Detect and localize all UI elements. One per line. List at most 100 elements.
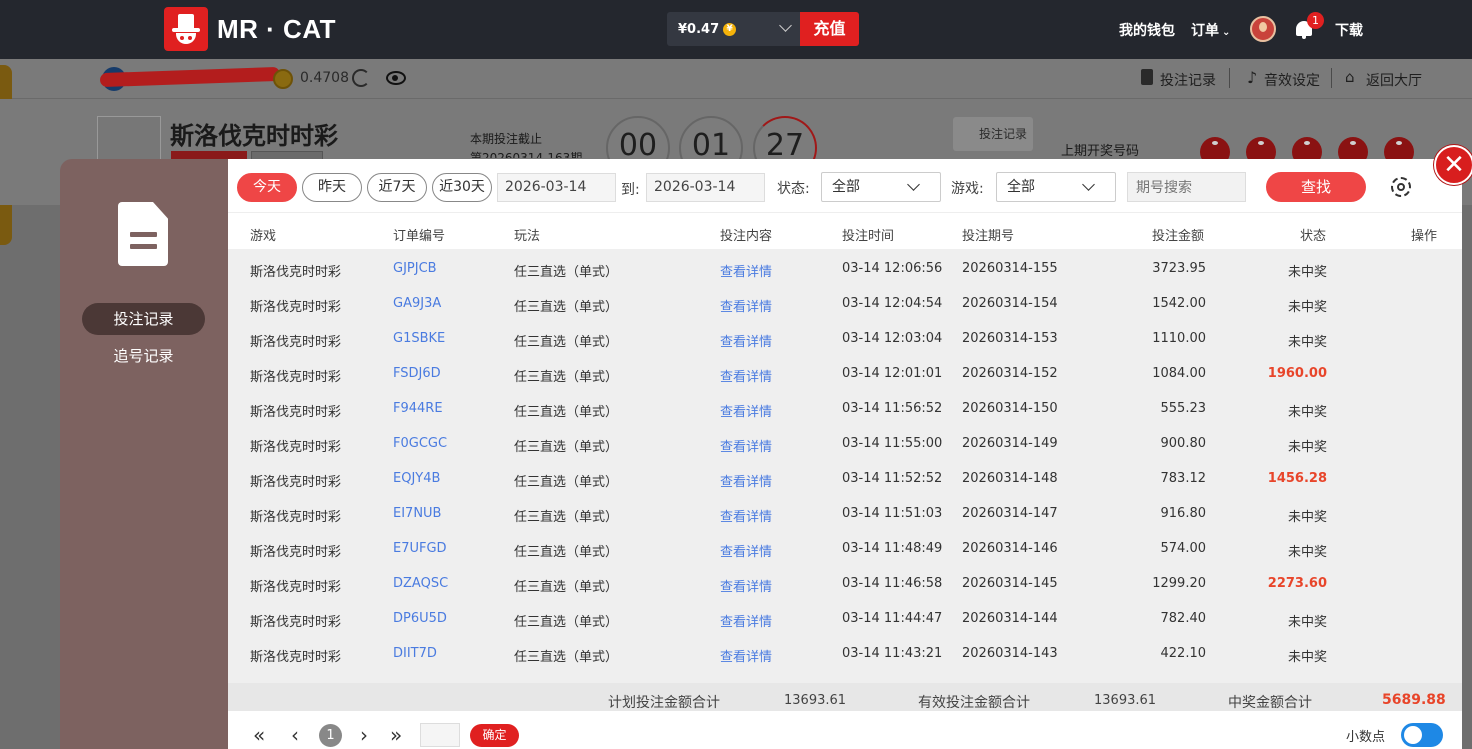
order-id-link[interactable]: F0GCGC xyxy=(393,436,447,451)
cell-game: 斯洛伐克时时彩 xyxy=(250,370,342,385)
lobby-link[interactable]: 返回大厅 xyxy=(1366,70,1422,90)
page-jump-confirm-button[interactable]: 确定 xyxy=(470,724,519,747)
sidebar-item-chase-records[interactable]: 追号记录 xyxy=(82,340,205,372)
cell-period: 20260314-149 xyxy=(962,436,1058,451)
valid-total-value: 13693.61 xyxy=(1094,693,1157,708)
decimal-label: 小数点 xyxy=(1346,730,1386,745)
chevron-down-icon xyxy=(1082,178,1095,191)
search-button[interactable]: 查找 xyxy=(1266,172,1366,202)
order-id-link[interactable]: E7UFGD xyxy=(393,541,447,556)
game-select[interactable]: 全部 xyxy=(996,172,1116,202)
cell-period: 20260314-150 xyxy=(962,401,1058,416)
range-today-button[interactable]: 今天 xyxy=(237,173,297,202)
cell-status: 未中奖 xyxy=(1287,265,1327,280)
last-draw-label: 上期开奖号码 xyxy=(1061,144,1140,159)
cell-play: 任三直选（单式） xyxy=(514,405,619,420)
wallet-link[interactable]: 我的钱包 xyxy=(1119,20,1175,40)
close-icon[interactable]: ✕ xyxy=(1434,145,1472,185)
column-header: 玩法 xyxy=(514,229,541,244)
order-id-link[interactable]: F944RE xyxy=(393,401,443,416)
brand-name[interactable]: MR · CAT xyxy=(217,14,336,45)
order-id-link[interactable]: G1SBKE xyxy=(393,331,445,346)
order-id-link[interactable]: FSDJ6D xyxy=(393,366,441,381)
view-details-link[interactable]: 查看详情 xyxy=(720,401,772,420)
order-id-link[interactable]: EI7NUB xyxy=(393,506,441,521)
document-icon xyxy=(1141,69,1153,85)
view-details-link[interactable]: 查看详情 xyxy=(720,646,772,665)
view-details-link[interactable]: 查看详情 xyxy=(720,436,772,455)
page-jump-input[interactable] xyxy=(420,723,460,747)
period-search-input[interactable] xyxy=(1127,172,1246,202)
decimal-toggle[interactable] xyxy=(1401,723,1443,747)
cell-amount: 1110.00 xyxy=(1152,331,1206,346)
sidebar-item-bet-records[interactable]: 投注记录 xyxy=(82,303,205,335)
refresh-icon[interactable] xyxy=(352,69,370,87)
order-id-link[interactable]: DIIT7D xyxy=(393,646,437,661)
order-id-link[interactable]: GA9J3A xyxy=(393,296,441,311)
balance-dropdown[interactable]: ¥0.47 ¥ xyxy=(667,12,800,46)
table-row: 斯洛伐克时时彩 F944RE 任三直选（单式） 查看详情 03-14 11:56:52 2… xyxy=(228,390,1462,425)
order-id-link[interactable]: DZAQSC xyxy=(393,576,448,591)
first-page-icon[interactable]: « xyxy=(253,725,265,745)
cell-time: 03-14 11:55:00 xyxy=(842,436,943,451)
table-row: 斯洛伐克时时彩 EQJY4B 任三直选（单式） 查看详情 03-14 11:52:52 2… xyxy=(228,460,1462,495)
cell-game: 斯洛伐克时时彩 xyxy=(250,265,342,280)
prev-page-icon[interactable]: ‹ xyxy=(291,725,299,745)
gear-icon[interactable] xyxy=(1391,177,1411,197)
bet-record-link[interactable]: 投注记录 xyxy=(1160,70,1216,90)
column-header: 投注时间 xyxy=(842,229,895,244)
cell-period: 20260314-152 xyxy=(962,366,1058,381)
cell-time: 03-14 12:06:56 xyxy=(842,261,943,276)
home-icon: ⌂ xyxy=(1345,68,1355,86)
view-details-link[interactable]: 查看详情 xyxy=(720,261,772,280)
cell-game: 斯洛伐克时时彩 xyxy=(250,405,342,420)
cell-play: 任三直选（单式） xyxy=(514,300,619,315)
orders-label: 订单 xyxy=(1191,23,1219,39)
music-icon: ♪ xyxy=(1247,68,1258,87)
page-number[interactable]: 1 xyxy=(319,724,342,747)
cell-game: 斯洛伐克时时彩 xyxy=(250,615,342,630)
range-30days-button[interactable]: 近30天 xyxy=(432,173,492,202)
cell-status: 未中奖 xyxy=(1287,545,1327,560)
view-details-link[interactable]: 查看详情 xyxy=(720,541,772,560)
valid-total-label: 有效投注金额合计 xyxy=(918,695,1030,711)
document-icon-line xyxy=(130,244,157,249)
view-details-link[interactable]: 查看详情 xyxy=(720,576,772,595)
download-link[interactable]: 下载 xyxy=(1335,20,1363,40)
cell-amount: 555.23 xyxy=(1160,401,1207,416)
order-id-link[interactable]: GJPJCB xyxy=(393,261,437,276)
last-page-icon[interactable]: » xyxy=(390,725,402,745)
avatar[interactable] xyxy=(1250,16,1276,42)
range-7days-button[interactable]: 近7天 xyxy=(367,173,427,202)
orders-menu[interactable]: 订单 ⌄ xyxy=(1191,20,1230,40)
view-details-link[interactable]: 查看详情 xyxy=(720,506,772,525)
view-details-link[interactable]: 查看详情 xyxy=(720,366,772,385)
order-id-link[interactable]: EQJY4B xyxy=(393,471,440,486)
date-to-input[interactable]: 2026-03-14 xyxy=(646,173,765,202)
chevron-down-icon xyxy=(779,19,792,32)
cell-period: 20260314-143 xyxy=(962,646,1058,661)
cell-time: 03-14 11:44:47 xyxy=(842,611,943,626)
next-page-icon[interactable]: › xyxy=(360,725,368,745)
cell-status: 未中奖 xyxy=(1287,615,1327,630)
cell-time: 03-14 11:52:52 xyxy=(842,471,943,486)
divider xyxy=(1331,68,1332,88)
eye-icon[interactable] xyxy=(386,71,406,85)
table-row: 斯洛伐克时时彩 DP6U5D 任三直选（单式） 查看详情 03-14 11:44:47 2… xyxy=(228,600,1462,635)
cell-play: 任三直选（单式） xyxy=(514,615,619,630)
cell-status: 未中奖 xyxy=(1287,440,1327,455)
win-total-label: 中奖金额合计 xyxy=(1228,695,1312,711)
order-id-link[interactable]: DP6U5D xyxy=(393,611,447,626)
status-select[interactable]: 全部 xyxy=(821,172,941,202)
view-details-link[interactable]: 查看详情 xyxy=(720,331,772,350)
game-record-button[interactable]: 投注记录 xyxy=(953,117,1033,151)
view-details-link[interactable]: 查看详情 xyxy=(720,611,772,630)
sound-settings-link[interactable]: 音效设定 xyxy=(1264,70,1320,90)
view-details-link[interactable]: 查看详情 xyxy=(720,471,772,490)
logo-icon[interactable] xyxy=(164,7,208,51)
range-yesterday-button[interactable]: 昨天 xyxy=(302,173,362,202)
recharge-button[interactable]: 充值 xyxy=(800,12,859,46)
column-header: 游戏 xyxy=(250,229,277,244)
view-details-link[interactable]: 查看详情 xyxy=(720,296,772,315)
date-from-input[interactable]: 2026-03-14 xyxy=(497,173,616,202)
